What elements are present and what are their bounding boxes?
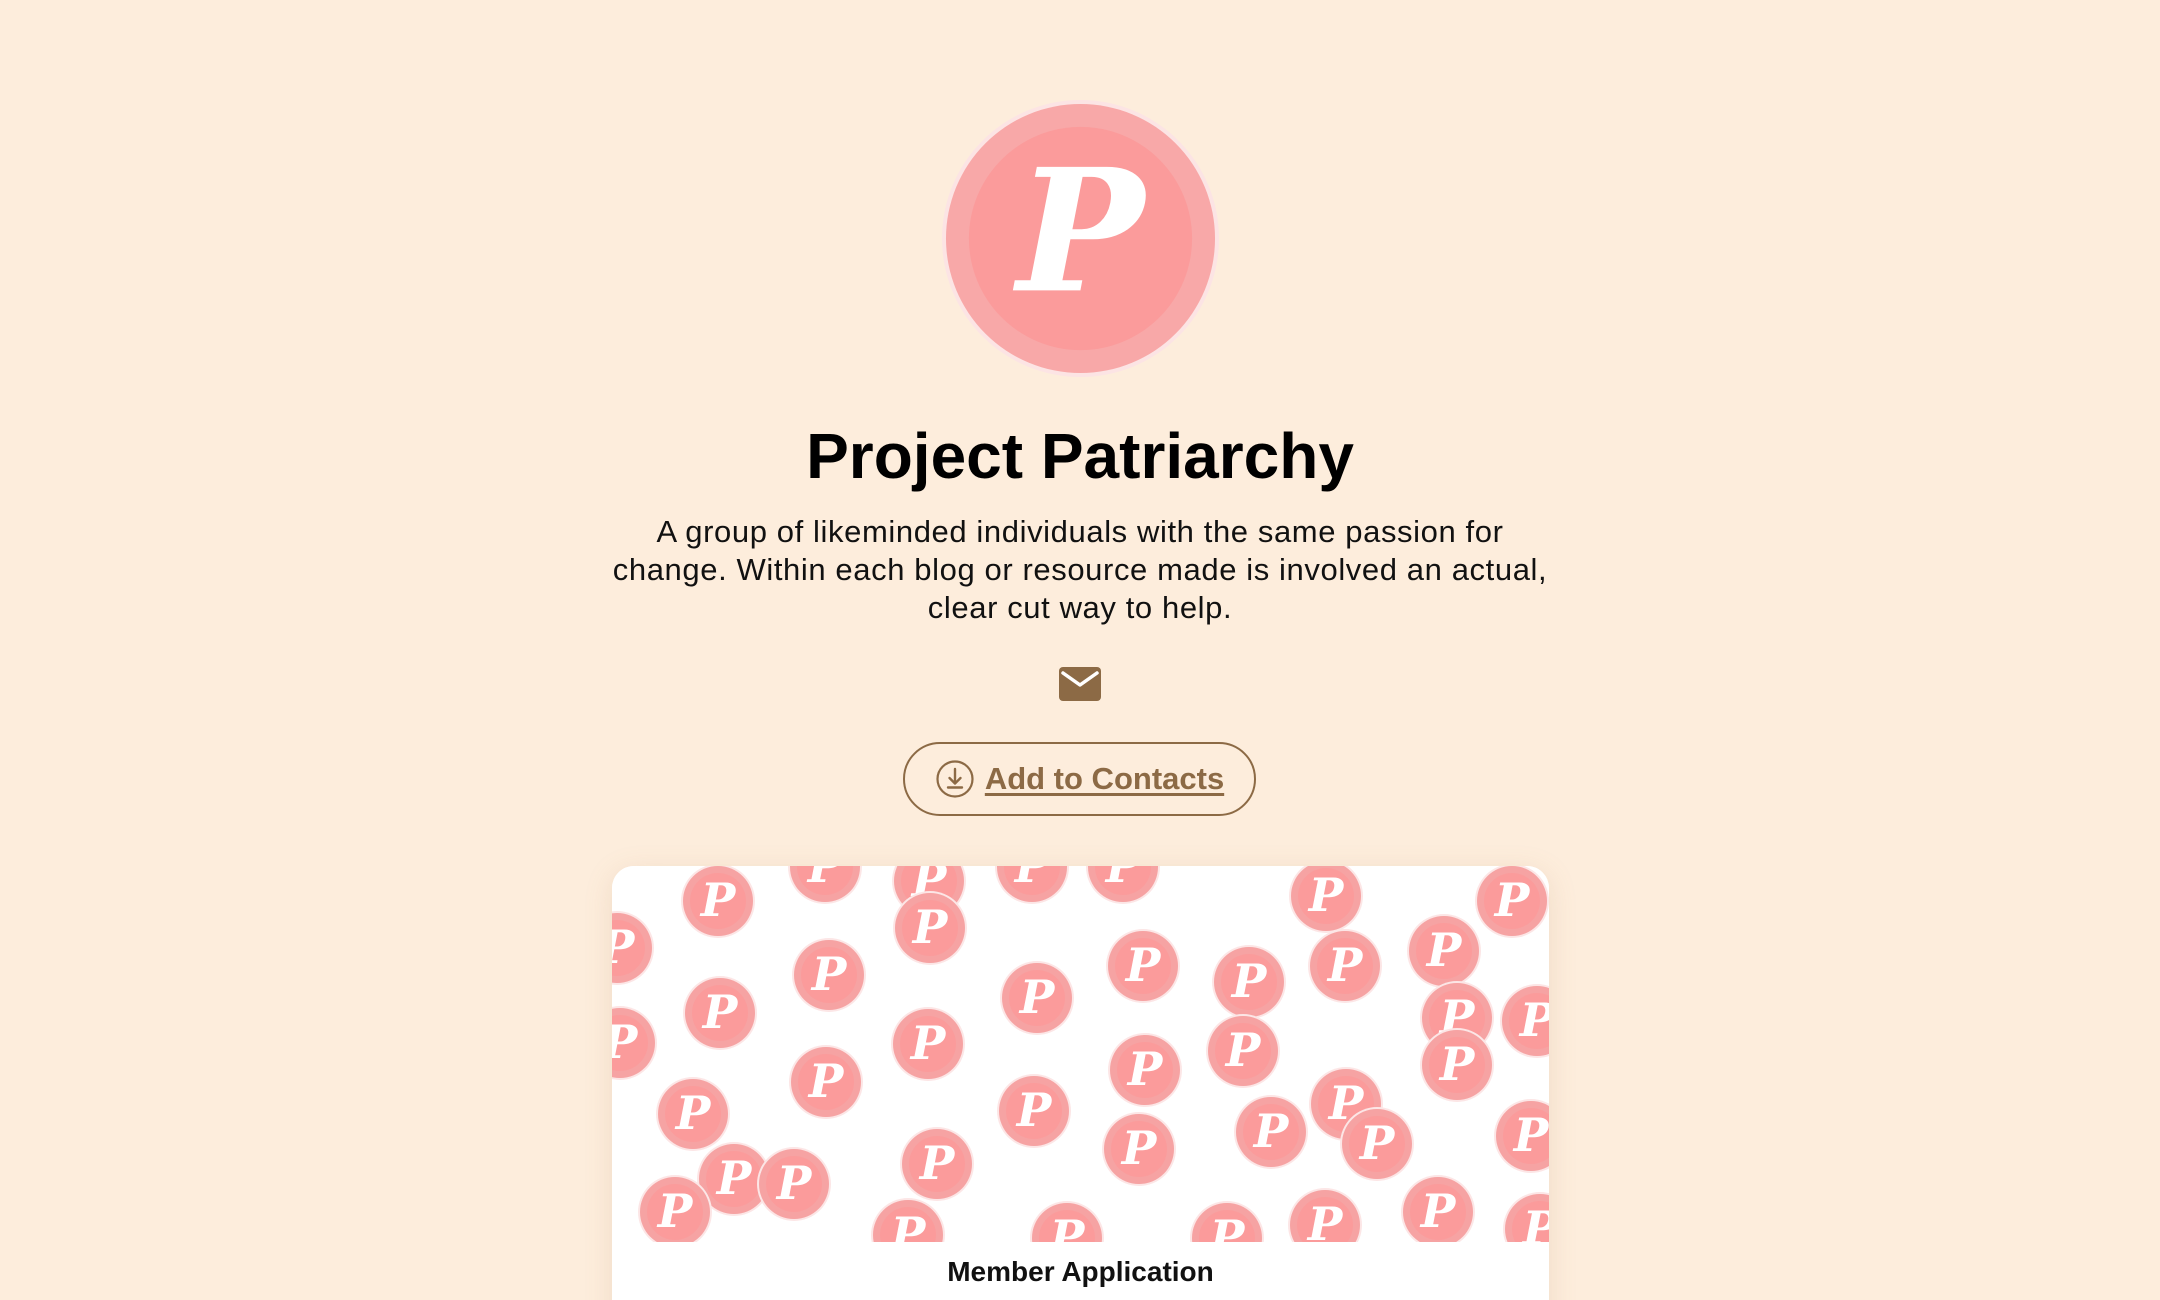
link-card-member-application[interactable]: P Member Application bbox=[612, 866, 1549, 1300]
profile-name: Project Patriarchy bbox=[806, 420, 1354, 492]
download-circle-icon bbox=[936, 760, 974, 798]
profile-avatar: P bbox=[941, 99, 1220, 378]
link-card-thumbnail: P bbox=[612, 866, 1549, 1242]
svg-text:P: P bbox=[1013, 131, 1149, 330]
profile-page: P Project Patriarchy A group of likemind… bbox=[0, 0, 2160, 1300]
envelope-icon bbox=[1059, 667, 1101, 701]
project-patriarchy-logo: P bbox=[941, 99, 1220, 378]
profile-bio: A group of likeminded individuals with t… bbox=[612, 514, 1548, 625]
logo-pattern-image: P bbox=[612, 866, 1549, 1242]
email-button[interactable] bbox=[1040, 648, 1120, 720]
add-to-contacts-label: Add to Contacts bbox=[984, 761, 1225, 796]
add-to-contacts-button[interactable]: Add to Contacts bbox=[903, 742, 1256, 816]
link-card-title: Member Application bbox=[947, 1256, 1214, 1287]
